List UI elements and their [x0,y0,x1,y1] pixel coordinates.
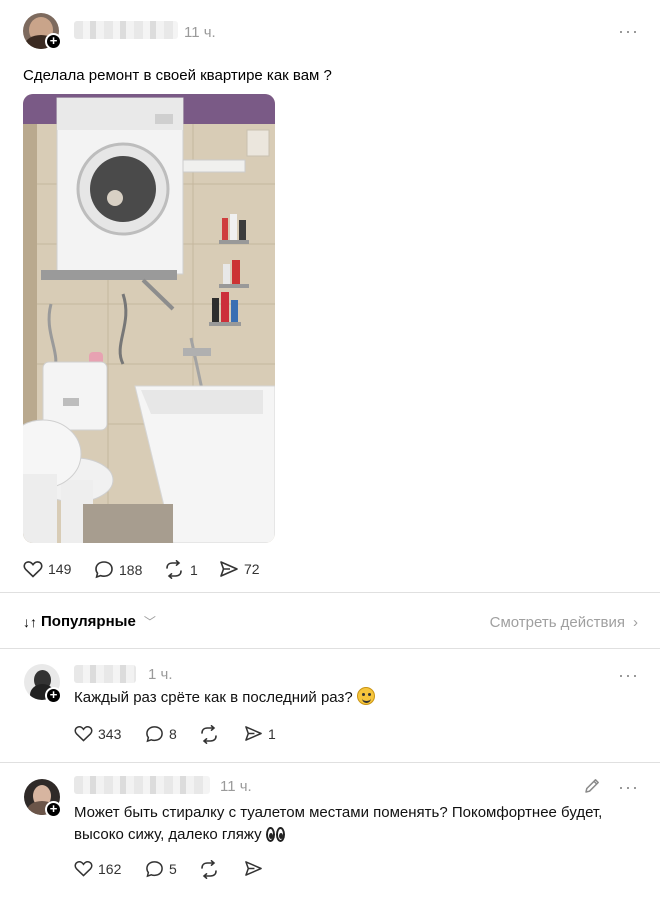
comment-text-content: Каждый раз срёте как в последний раз? [74,689,353,706]
chevron-down-icon: ﹀ [143,615,156,629]
commenter-name-redacted[interactable] [74,665,136,683]
comment-text-line1: Может быть стиралку с туалетом местами п… [74,804,603,821]
heart-icon [74,861,93,877]
comment-button[interactable]: 188 [94,560,142,579]
sort-label: Популярные [41,613,136,630]
share-count: 1 [268,725,276,742]
view-actions-link[interactable]: Смотреть действия › [490,614,638,631]
like-button[interactable]: 162 [74,860,121,877]
share-count: 72 [244,561,260,577]
repost-button[interactable] [198,725,220,744]
eyes-emoji-icon [265,827,285,842]
share-button[interactable]: 72 [219,560,260,578]
more-icon[interactable]: ··· [618,777,639,798]
comment-count: 5 [169,861,177,877]
heart-icon [23,561,43,578]
repost-button[interactable]: 1 [163,560,198,579]
chevron-right-icon: › [633,614,638,631]
bathroom-image [23,94,275,543]
post-time: 11 ч. [184,24,216,41]
repost-icon [166,560,182,579]
share-button[interactable]: 1 [244,725,276,742]
share-icon [245,726,262,741]
sort-dropdown[interactable]: ↓↑ Популярные ﹀ [23,613,156,630]
divider [0,762,660,763]
share-icon [245,861,262,876]
comment-count: 188 [119,561,143,578]
like-count: 149 [48,561,72,577]
repost-icon [201,725,217,744]
comment-icon [95,561,113,579]
comment-text: Каждый раз срёте как в последний раз? [74,687,375,709]
share-button[interactable] [244,860,263,877]
comment-button[interactable]: 5 [145,860,177,878]
author-name-redacted[interactable] [74,21,178,39]
divider [0,592,660,593]
more-icon[interactable]: ··· [618,21,639,42]
edit-icon[interactable] [583,777,601,795]
sort-icon: ↓↑ [23,613,37,630]
comment-icon [146,861,163,878]
like-button[interactable]: 149 [23,560,71,578]
comment-count: 8 [169,726,177,742]
repost-icon [201,860,217,879]
comment-button[interactable]: 8 [145,725,177,743]
smile-emoji-icon [356,687,375,705]
view-actions-label: Смотреть действия [489,614,625,631]
comment-text-line2-wrap: высоко сижу, далеко гляжу [74,824,602,846]
comment-time: 1 ч. [148,666,173,683]
comment-text: Может быть стиралку с туалетом местами п… [74,802,602,846]
follow-plus-icon[interactable]: + [45,687,62,704]
more-icon[interactable]: ··· [618,665,639,686]
comment-time: 11 ч. [220,778,252,795]
like-count: 343 [98,725,122,742]
commenter-name-redacted[interactable] [74,776,210,794]
post-text: Сделала ремонт в своей квартире как вам … [23,67,332,84]
follow-plus-icon[interactable]: + [45,33,62,50]
repost-count: 1 [190,561,198,578]
divider [0,648,660,649]
heart-icon [74,726,93,742]
like-count: 162 [98,860,122,877]
comment-text-line2: высоко сижу, далеко гляжу [74,826,262,843]
follow-plus-icon[interactable]: + [45,801,62,818]
share-icon [220,561,238,577]
post-photo[interactable] [23,94,275,543]
repost-button[interactable] [198,860,220,879]
like-button[interactable]: 343 [74,725,121,742]
comment-icon [146,726,163,743]
